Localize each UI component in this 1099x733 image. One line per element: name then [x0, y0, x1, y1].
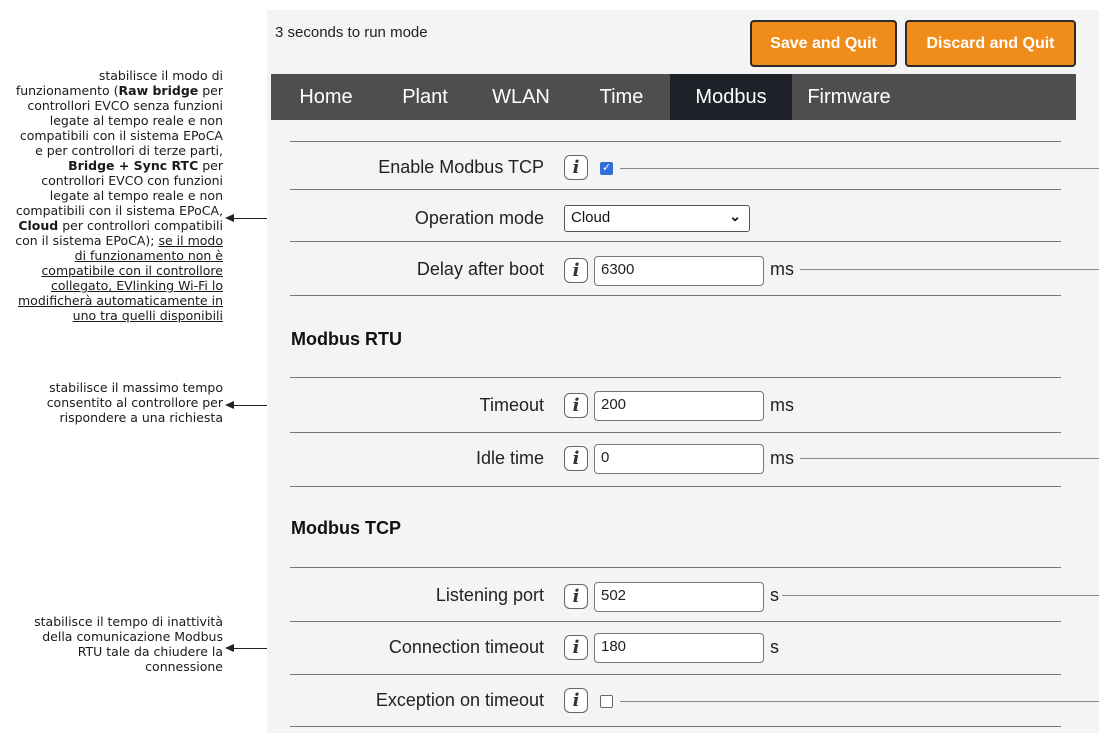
listening-port-unit: s [770, 585, 779, 605]
annotation-timeout: stabilisce il massimo tempo consentito a… [46, 380, 223, 425]
tab-home[interactable]: Home [271, 74, 381, 120]
delay-after-boot-unit: ms [770, 259, 794, 279]
divider [290, 241, 1061, 242]
divider [290, 189, 1061, 190]
divider [290, 141, 1061, 142]
annotation-operation-mode: stabilisce il modo di funzionamento (Raw… [15, 68, 223, 323]
guide-line [620, 701, 1099, 702]
exception-on-timeout-label: Exception on timeout [375, 690, 544, 710]
timeout-input[interactable]: 200 [594, 391, 764, 421]
guide-line [800, 269, 1099, 270]
exception-on-timeout-checkbox[interactable] [600, 695, 613, 708]
divider [290, 567, 1061, 568]
enable-modbus-tcp-checkbox[interactable] [600, 161, 613, 175]
info-icon[interactable]: i [564, 393, 588, 418]
save-and-quit-button[interactable]: Save and Quit [750, 20, 897, 67]
tab-time[interactable]: Time [573, 74, 670, 120]
discard-and-quit-button[interactable]: Discard and Quit [905, 20, 1076, 67]
timeout-label: Timeout [479, 395, 544, 415]
modbus-rtu-heading: Modbus RTU [291, 329, 402, 349]
info-icon[interactable]: i [564, 446, 588, 471]
guide-line [800, 458, 1099, 459]
enable-modbus-tcp-label: Enable Modbus TCP [378, 157, 544, 177]
guide-line [620, 168, 1099, 169]
divider [290, 432, 1061, 433]
modbus-tcp-heading: Modbus TCP [291, 518, 401, 538]
info-icon[interactable]: i [564, 155, 588, 180]
tab-plant[interactable]: Plant [381, 74, 469, 120]
delay-after-boot-label: Delay after boot [416, 259, 544, 279]
listening-port-input[interactable]: 502 [594, 582, 764, 612]
guide-line [782, 595, 1099, 596]
idle-time-input[interactable]: 0 [594, 444, 764, 474]
tab-firmware[interactable]: Firmware [792, 74, 906, 120]
divider [290, 726, 1061, 727]
info-icon[interactable]: i [564, 688, 588, 713]
info-icon[interactable]: i [564, 258, 588, 283]
divider [290, 621, 1061, 622]
divider [290, 674, 1061, 675]
operation-mode-label: Operation mode [414, 208, 544, 228]
operation-mode-value: Cloud [571, 209, 611, 226]
info-icon[interactable]: i [564, 584, 588, 609]
listening-port-label: Listening port [435, 585, 544, 605]
connection-timeout-unit: s [770, 637, 779, 657]
idle-time-label: Idle time [475, 448, 544, 468]
idle-time-unit: ms [770, 448, 794, 468]
tab-wlan[interactable]: WLAN [469, 74, 573, 120]
timeout-unit: ms [770, 395, 794, 415]
info-icon[interactable]: i [564, 635, 588, 660]
delay-after-boot-input[interactable]: 6300 [594, 256, 764, 286]
tab-bar: Home Plant WLAN Time Modbus Firmware [271, 74, 1076, 120]
annotation-connection-timeout: stabilisce il tempo di inattività della … [34, 614, 223, 674]
divider [290, 486, 1061, 487]
operation-mode-select[interactable]: Cloud ⌄ [564, 205, 750, 232]
connection-timeout-input[interactable]: 180 [594, 633, 764, 663]
tab-modbus[interactable]: Modbus [670, 74, 792, 120]
connection-timeout-label: Connection timeout [388, 637, 544, 657]
status-text: 3 seconds to run mode [275, 24, 428, 41]
divider [290, 377, 1061, 378]
divider [290, 295, 1061, 296]
chevron-down-icon: ⌄ [729, 208, 741, 224]
